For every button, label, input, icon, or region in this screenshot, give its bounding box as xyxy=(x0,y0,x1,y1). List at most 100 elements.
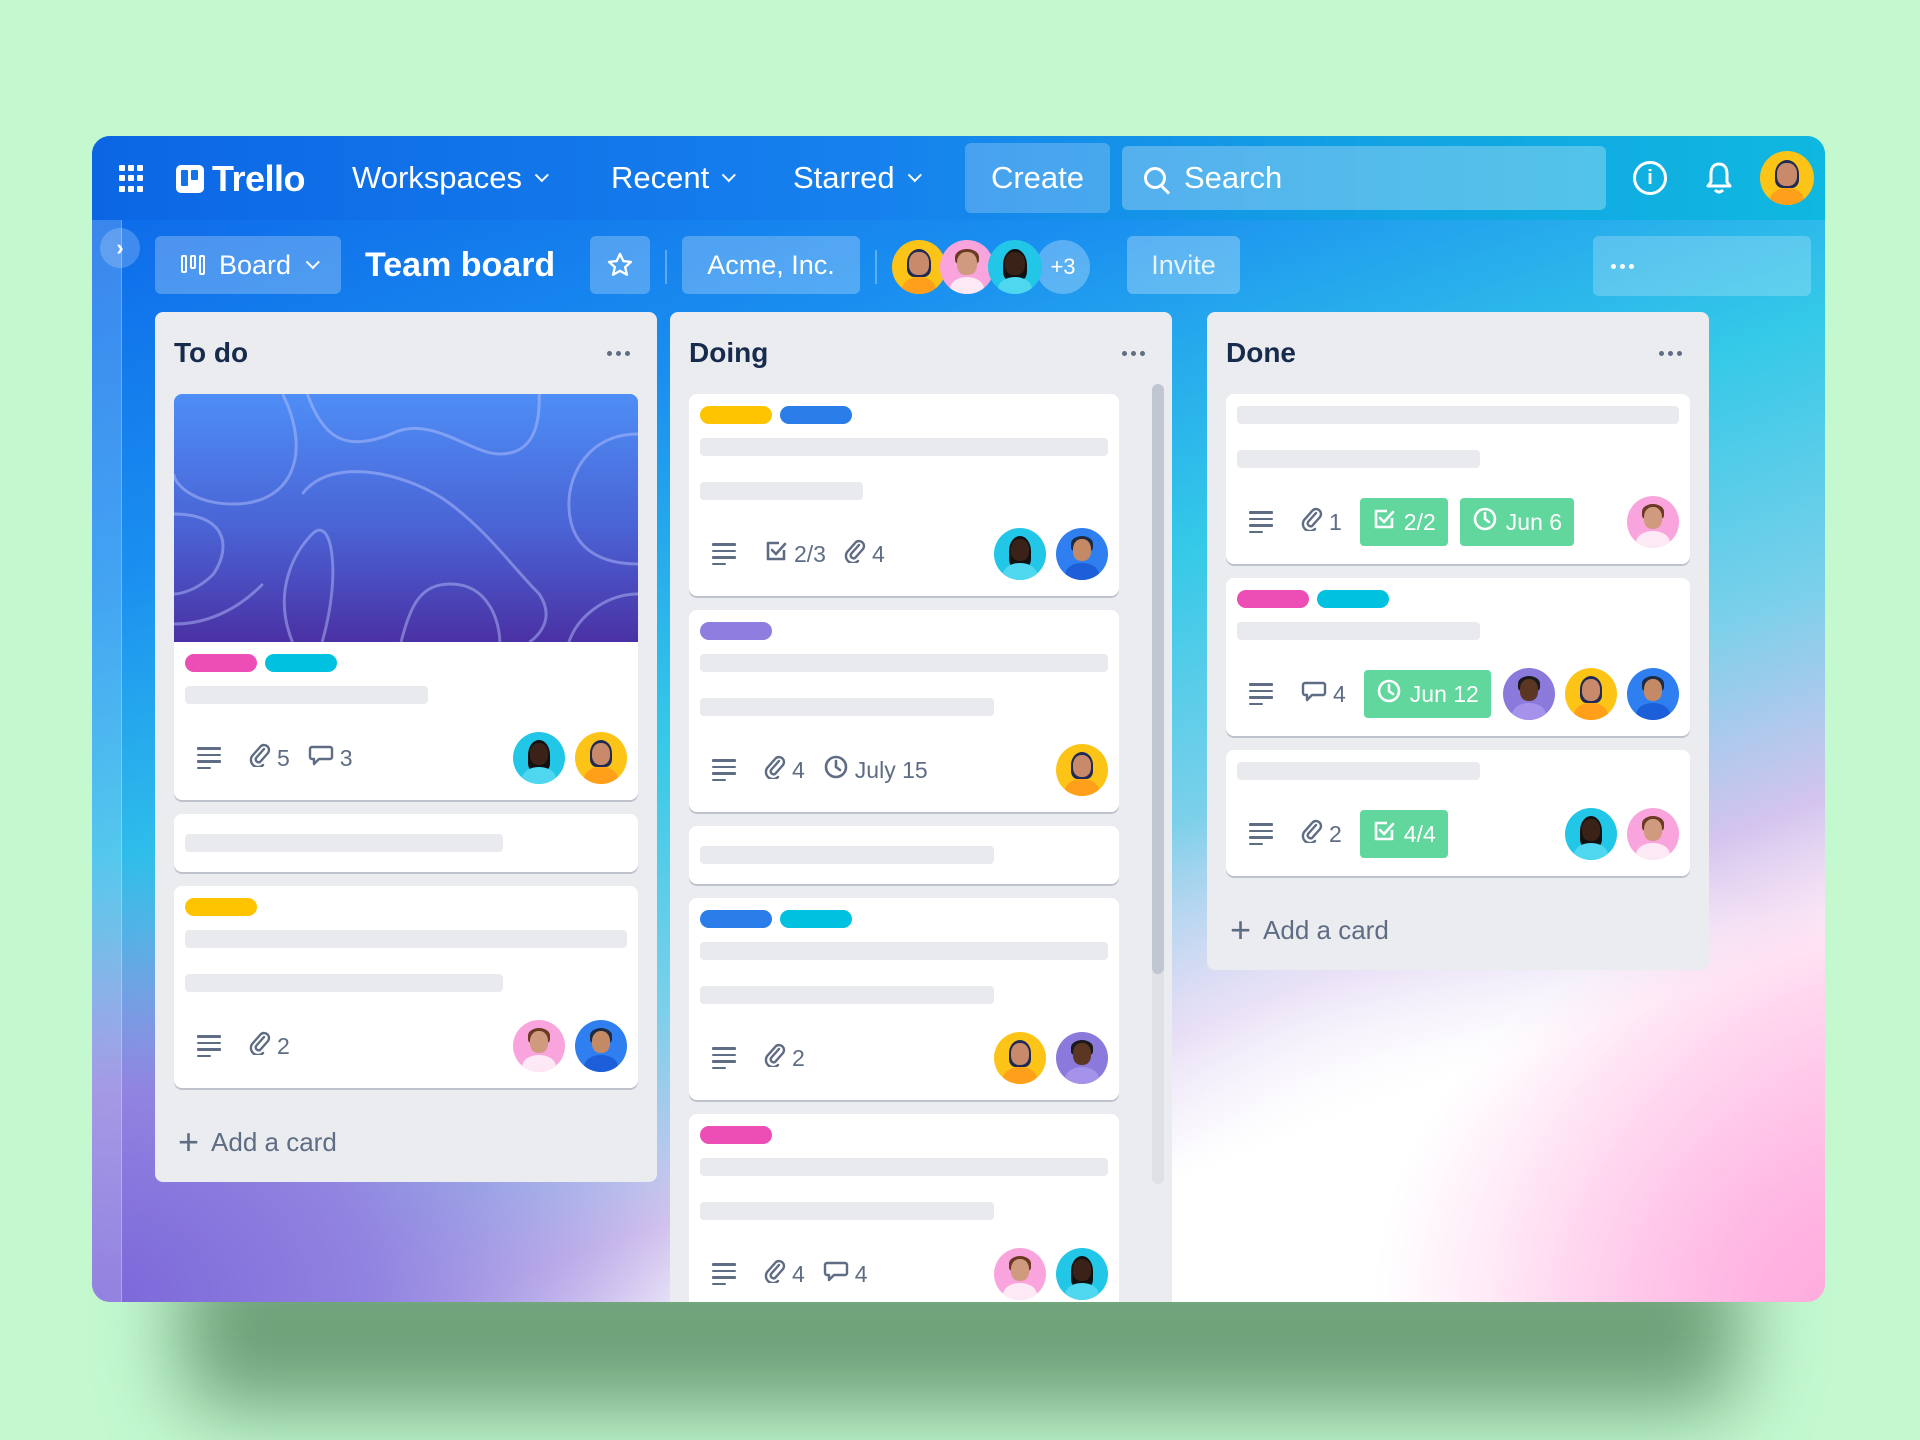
list-title[interactable]: To do xyxy=(174,337,248,369)
nav-starred[interactable]: Starred xyxy=(793,160,922,196)
label-cyan[interactable] xyxy=(780,910,852,928)
card-labels xyxy=(185,654,627,672)
due-date-value: Jun 12 xyxy=(1409,680,1479,707)
add-card-button[interactable]: + Add a card xyxy=(174,1102,638,1182)
card-members xyxy=(1503,668,1679,720)
card-labels xyxy=(700,910,1108,928)
member-avatar[interactable] xyxy=(1565,808,1617,860)
card[interactable]: 2 4/4 xyxy=(1226,750,1690,876)
info-icon[interactable]: i xyxy=(1633,161,1667,195)
member-avatar[interactable] xyxy=(994,1032,1046,1084)
member-avatar[interactable] xyxy=(1627,808,1679,860)
card-labels xyxy=(185,898,627,916)
card-labels xyxy=(700,1126,1108,1144)
label-pink[interactable] xyxy=(700,1126,772,1144)
card[interactable] xyxy=(689,826,1119,884)
card[interactable]: 2 xyxy=(174,886,638,1088)
checklist-count: 2/3 xyxy=(764,539,826,569)
add-card-button[interactable]: + Add a card xyxy=(1226,890,1690,970)
member-avatar[interactable] xyxy=(1056,744,1108,796)
chevron-down-icon xyxy=(534,168,549,183)
label-blue[interactable] xyxy=(700,910,772,928)
card-badges: 4 July 15 xyxy=(700,742,1108,798)
invite-button[interactable]: Invite xyxy=(1127,236,1240,294)
label-yellow[interactable] xyxy=(185,898,257,916)
label-cyan[interactable] xyxy=(265,654,337,672)
attachment-count: 2 xyxy=(1301,819,1342,849)
create-button[interactable]: Create xyxy=(965,143,1110,213)
list-menu-icon[interactable] xyxy=(1122,350,1145,356)
member-avatar[interactable] xyxy=(1565,668,1617,720)
card-title-placeholder xyxy=(185,834,504,852)
member-avatar[interactable] xyxy=(513,732,565,784)
user-avatar[interactable] xyxy=(1760,151,1814,205)
member-avatar[interactable] xyxy=(994,1248,1046,1300)
label-purple[interactable] xyxy=(700,622,772,640)
attachment-count-value: 4 xyxy=(871,540,885,567)
label-cyan[interactable] xyxy=(1317,590,1389,608)
trello-window: Trello Workspaces Recent Starred Create … xyxy=(92,136,1825,1302)
member-avatar[interactable] xyxy=(1503,668,1555,720)
due-date-complete-badge[interactable]: Jun 12 xyxy=(1363,670,1491,718)
list-menu-icon[interactable] xyxy=(1659,350,1682,356)
list-scrollbar[interactable] xyxy=(1152,384,1164,1184)
card[interactable]: 4 Jun 12 xyxy=(1226,578,1690,736)
member-avatar[interactable] xyxy=(1056,1248,1108,1300)
nav-workspaces[interactable]: Workspaces xyxy=(352,160,549,196)
more-members-count[interactable]: +3 xyxy=(1036,240,1090,294)
scrollbar-thumb[interactable] xyxy=(1152,384,1164,974)
board-menu-button[interactable] xyxy=(1593,236,1811,296)
card[interactable]: 2 xyxy=(689,898,1119,1100)
label-pink[interactable] xyxy=(1237,590,1309,608)
member-avatar[interactable] xyxy=(988,240,1042,294)
member-avatar[interactable] xyxy=(575,1020,627,1072)
expand-sidebar-button[interactable]: › xyxy=(100,228,140,268)
board-header: › Board Team board Acme, Inc. +3 Invite xyxy=(92,220,1825,312)
nav-recent[interactable]: Recent xyxy=(611,160,737,196)
member-avatar[interactable] xyxy=(1627,496,1679,548)
card-labels xyxy=(1237,590,1679,608)
comment-count-value: 4 xyxy=(1333,680,1346,707)
star-button[interactable] xyxy=(590,236,650,294)
workspace-button[interactable]: Acme, Inc. xyxy=(682,236,860,294)
label-yellow[interactable] xyxy=(700,406,772,424)
search-input[interactable]: Search xyxy=(1122,146,1606,210)
attachment-count: 4 xyxy=(844,539,885,569)
member-avatar[interactable] xyxy=(513,1020,565,1072)
card[interactable]: 4 July 15 xyxy=(689,610,1119,812)
member-avatar[interactable] xyxy=(1056,528,1108,580)
member-avatar[interactable] xyxy=(940,240,994,294)
label-blue[interactable] xyxy=(780,406,852,424)
card-members xyxy=(1627,496,1679,548)
member-avatar[interactable] xyxy=(1056,1032,1108,1084)
card[interactable]: 2/3 4 xyxy=(689,394,1119,596)
member-avatar[interactable] xyxy=(575,732,627,784)
attachment-count: 2 xyxy=(249,1031,290,1061)
list-menu-icon[interactable] xyxy=(607,350,630,356)
trello-logo[interactable]: Trello xyxy=(176,158,306,200)
list-title[interactable]: Doing xyxy=(689,337,768,369)
board-title[interactable]: Team board xyxy=(365,246,555,285)
app-switcher-icon[interactable] xyxy=(119,165,147,193)
attachment-icon xyxy=(764,1043,786,1073)
card[interactable]: 44 xyxy=(689,1114,1119,1302)
checklist-complete-badge[interactable]: 4/4 xyxy=(1359,810,1448,858)
star-icon xyxy=(607,252,633,276)
member-avatar[interactable] xyxy=(892,240,946,294)
checklist-complete-badge[interactable]: 2/2 xyxy=(1359,498,1448,546)
card[interactable] xyxy=(174,814,638,872)
view-switcher-button[interactable]: Board xyxy=(155,236,341,294)
label-pink[interactable] xyxy=(185,654,257,672)
card[interactable]: 53 xyxy=(174,394,638,800)
attachment-count-value: 2 xyxy=(1329,820,1342,847)
list-title[interactable]: Done xyxy=(1226,337,1296,369)
member-avatar[interactable] xyxy=(994,528,1046,580)
board-members[interactable]: +3 xyxy=(892,240,1090,294)
member-avatar[interactable] xyxy=(1627,668,1679,720)
bell-icon[interactable] xyxy=(1705,160,1733,196)
due-date-complete-badge[interactable]: Jun 6 xyxy=(1459,498,1575,546)
card[interactable]: 1 2/2 Jun 6 xyxy=(1226,394,1690,564)
checklist-value: 2/2 xyxy=(1403,508,1436,535)
plus-icon: + xyxy=(178,1121,200,1162)
card-title-placeholder xyxy=(700,1158,1108,1176)
